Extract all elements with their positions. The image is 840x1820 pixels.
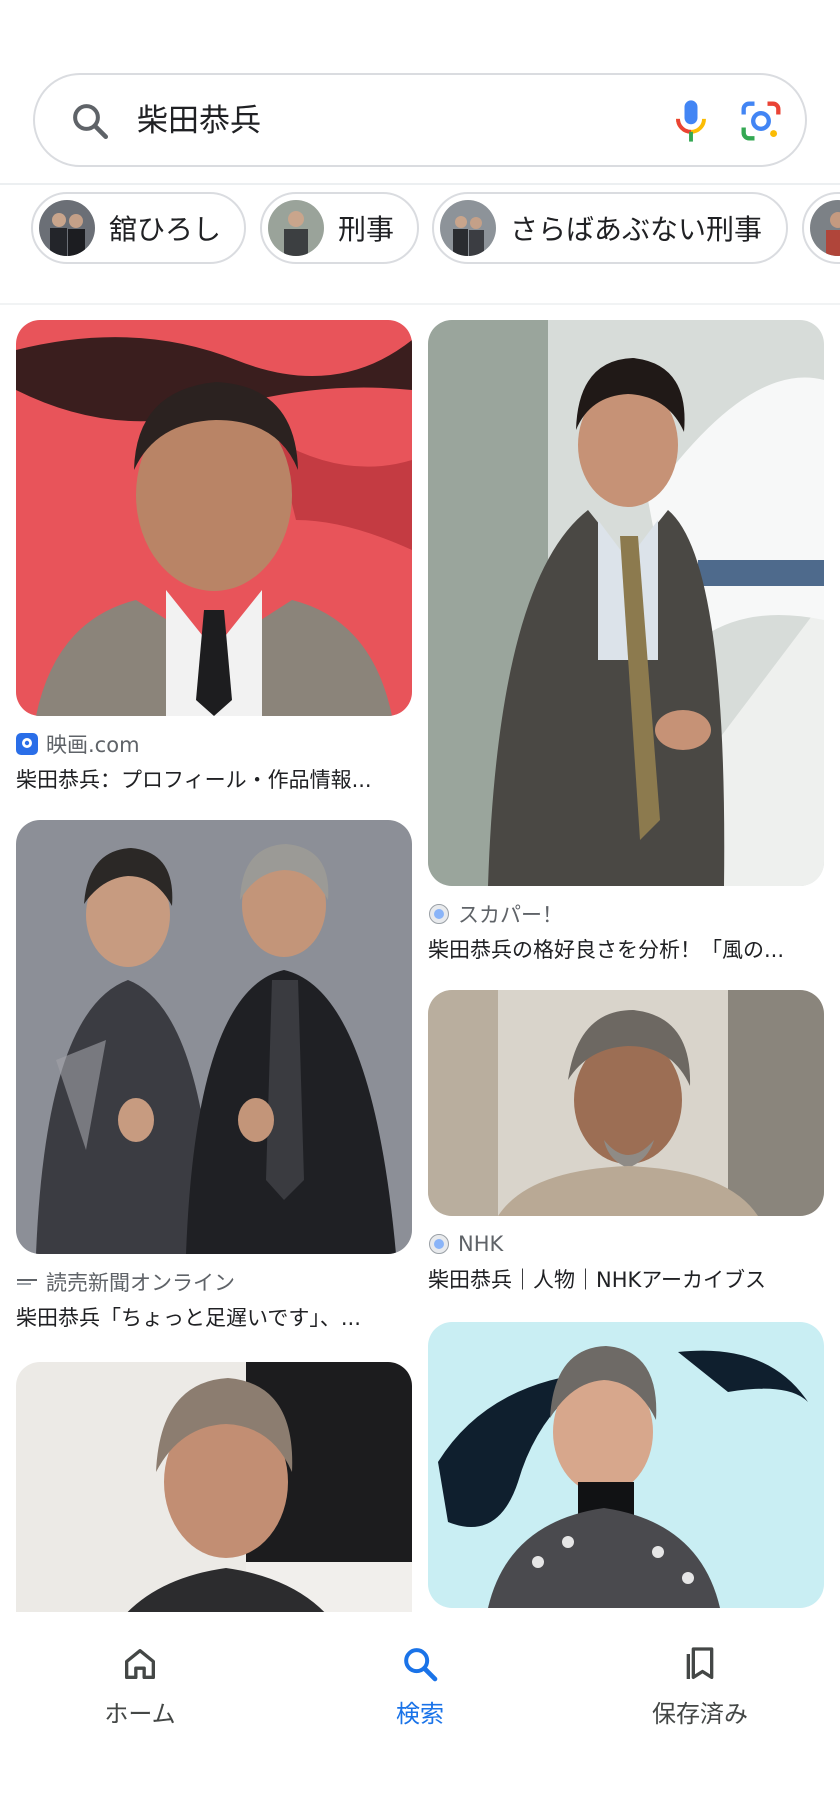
nav-home-label: ホーム [104,1700,176,1728]
search-icon [404,1648,438,1682]
nav-saved[interactable]: 保存済み [620,1632,780,1732]
nav-search-label: 検索 [396,1700,444,1728]
result-source-label: 映画.com [46,733,140,757]
result-source: スカパー！ [428,900,563,928]
result-source-label: NHK [458,1232,504,1256]
chip-tachi-hiroshi[interactable]: 舘ひろし [31,192,246,264]
result-source-label: 読売新聞オンライン [46,1271,235,1295]
result-image[interactable] [428,320,824,886]
lens-icon[interactable] [735,95,787,147]
chip-keiji[interactable]: 刑事 [260,192,419,264]
nav-saved-label: 保存済み [652,1700,748,1728]
result-image[interactable] [16,320,412,716]
chip-thumbnail [268,200,324,256]
globe-icon [429,904,449,924]
yomiuri-favicon-icon [17,1279,37,1285]
chip-thumbnail [39,200,95,256]
result-source-label: スカパー！ [458,903,563,927]
search-query[interactable]: 柴田恭兵 [137,100,261,142]
chip-label: さらばあぶない刑事 [510,213,763,246]
search-icon[interactable] [69,100,111,142]
divider [0,303,840,305]
chip-label: 刑事 [338,213,395,246]
result-title[interactable]: 柴田恭兵「ちょっと足遅いです」、... [16,1302,412,1332]
result-source: NHK [428,1230,503,1258]
divider [0,183,840,185]
related-chips: 舘ひろし 刑事 さらばあぶない刑事 [31,192,840,264]
home-icon [125,1649,155,1679]
chip-saraba-abunai-keiji[interactable]: さらばあぶない刑事 [432,192,788,264]
result-title[interactable]: 柴田恭兵：プロフィール・作品情報... [16,764,412,794]
result-title[interactable]: 柴田恭兵｜人物｜NHKアーカイブス [428,1264,824,1294]
result-image[interactable] [428,1322,824,1608]
result-title[interactable]: 柴田恭兵の格好良さを分析！「風の... [428,934,824,964]
chip-thumbnail [440,200,496,256]
nav-search[interactable]: 検索 [340,1632,500,1732]
result-source: 映画.com [16,730,140,758]
chip-more[interactable] [802,192,840,264]
bottom-navigation: ホーム 検索 保存済み [0,1612,840,1820]
globe-icon [429,1234,449,1254]
chip-thumbnail [810,200,840,256]
bookmarks-icon [686,1647,714,1679]
chip-label: 舘ひろし [109,213,222,246]
search-bar[interactable]: 柴田恭兵 [33,73,807,167]
mic-icon[interactable] [665,95,717,147]
result-image[interactable] [428,990,824,1216]
result-source: 読売新聞オンライン [16,1268,235,1296]
eiga-com-favicon-icon [16,733,38,755]
nav-home[interactable]: ホーム [60,1632,220,1732]
result-image[interactable] [16,820,412,1254]
